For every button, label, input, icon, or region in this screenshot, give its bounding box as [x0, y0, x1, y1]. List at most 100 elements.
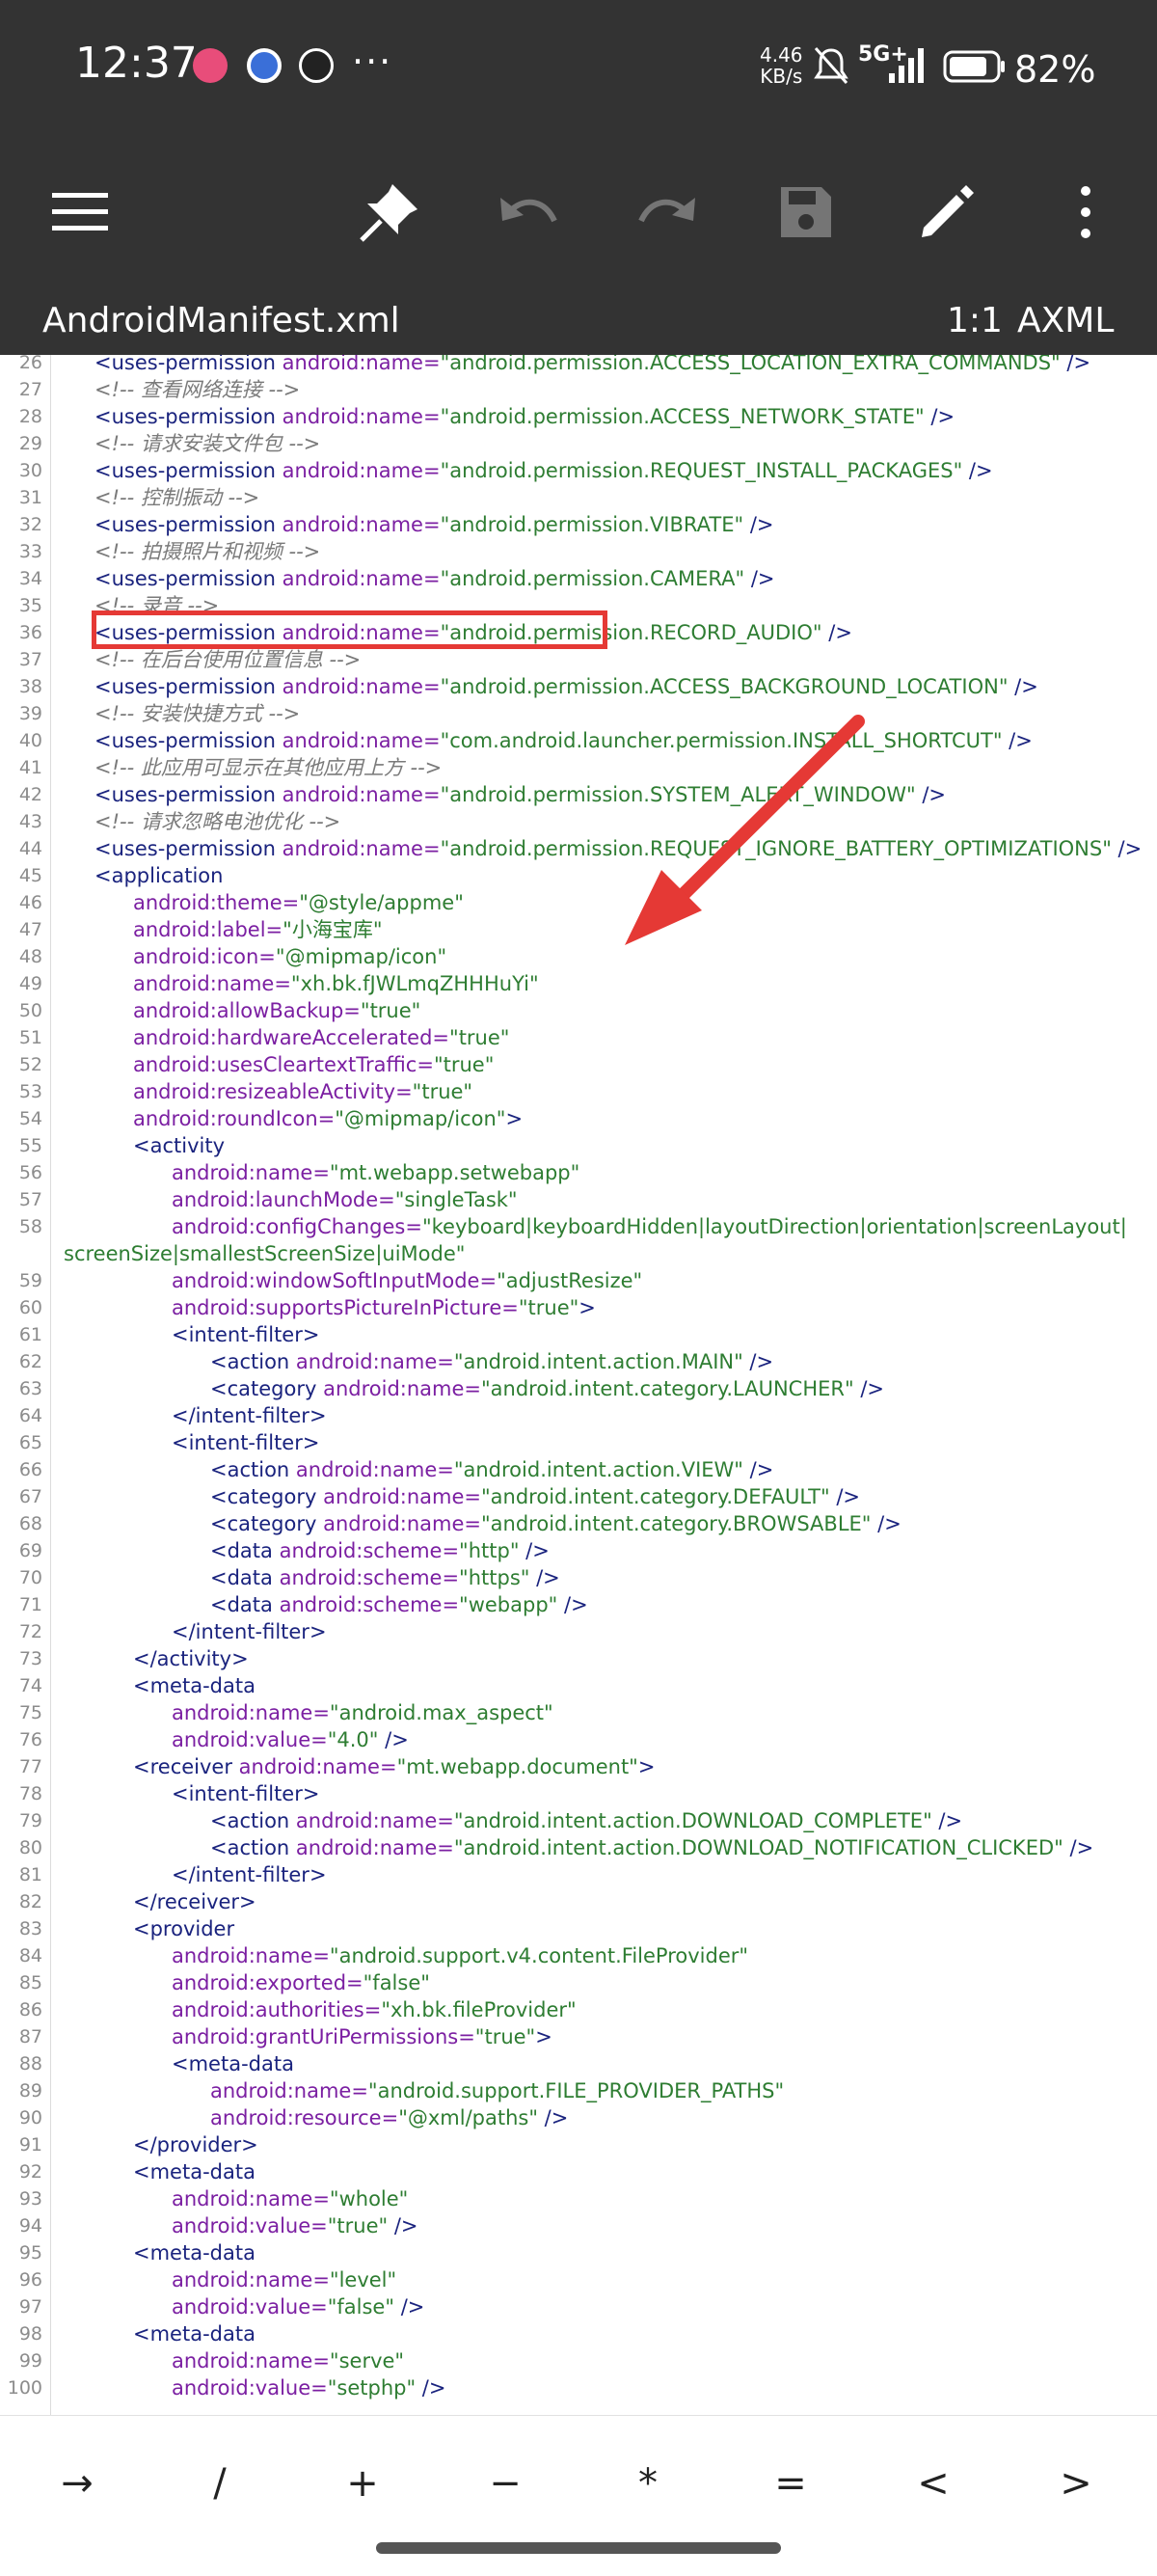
code-token: "https": [459, 1566, 530, 1589]
code-token: "android.intent.action.MAIN": [453, 1350, 743, 1373]
code-token: />: [871, 1512, 901, 1535]
code-line[interactable]: 58 android:configChanges="keyboard|keyboa…: [0, 1213, 1157, 1240]
symbol-key[interactable]: =: [742, 2445, 839, 2522]
code-line[interactable]: 81 </intent-filter>: [0, 1861, 1157, 1888]
code-token: "android.intent.category.DEFAULT": [481, 1485, 830, 1508]
code-text: android:value="false" />: [172, 2293, 424, 2320]
symbol-key[interactable]: /: [172, 2445, 268, 2522]
code-line[interactable]: 75 android:name="android.max_aspect": [0, 1699, 1157, 1726]
code-line[interactable]: 98 <meta-data: [0, 2320, 1157, 2347]
code-token: />: [931, 1809, 963, 1832]
code-token: <data: [210, 1593, 280, 1616]
code-line[interactable]: 90 android:resource="@xml/paths" />: [0, 2104, 1157, 2131]
code-line[interactable]: 79 <action android:name="android.intent.a…: [0, 1807, 1157, 1834]
code-line[interactable]: 93 android:name="whole": [0, 2185, 1157, 2212]
code-line[interactable]: 89 android:name="android.support.FILE_PRO…: [0, 2077, 1157, 2104]
line-number: 84: [18, 1945, 42, 1966]
line-number: 62: [18, 1351, 42, 1372]
code-token: android:name=: [295, 1836, 454, 1859]
code-token: "android.intent.action.DOWNLOAD_COMPLETE…: [453, 1809, 932, 1832]
code-token: "xh.bk.fileProvider": [381, 1998, 577, 2021]
line-number: 88: [18, 2053, 42, 2074]
code-line[interactable]: 64 </intent-filter>: [0, 1402, 1157, 1429]
code-line[interactable]: 53 android:resizeableActivity="true": [0, 1078, 1157, 1105]
code-line[interactable]: 68 <category android:name="android.intent…: [0, 1510, 1157, 1537]
code-token: "true": [327, 2214, 389, 2237]
code-text: <category android:name="android.intent.c…: [210, 1375, 884, 1402]
code-line[interactable]: 74 <meta-data: [0, 1672, 1157, 1699]
code-token: android:resizeableActivity=: [133, 1080, 413, 1103]
code-line[interactable]: 92 <meta-data: [0, 2158, 1157, 2185]
code-line[interactable]: 84 android:name="android.support.v4.conte…: [0, 1942, 1157, 1969]
code-token: android:name=: [172, 2349, 330, 2373]
symbol-key[interactable]: −: [457, 2445, 553, 2522]
code-line[interactable]: 83 <provider: [0, 1915, 1157, 1942]
symbol-key[interactable]: <: [885, 2445, 982, 2522]
code-line[interactable]: 60 android:supportsPictureInPicture="true…: [0, 1294, 1157, 1321]
code-token: "mt.webapp.setwebapp": [329, 1161, 580, 1184]
code-text: android:value="4.0" />: [172, 1726, 409, 1753]
code-line[interactable]: 87 android:grantUriPermissions="true">: [0, 2023, 1157, 2050]
code-line[interactable]: 70 <data android:scheme="https" />: [0, 1564, 1157, 1591]
code-line[interactable]: 62 <action android:name="android.intent.a…: [0, 1348, 1157, 1375]
code-line[interactable]: 91 </provider>: [0, 2131, 1157, 2158]
code-line[interactable]: 94 android:value="true" />: [0, 2212, 1157, 2239]
code-line[interactable]: 77 <receiver android:name="mt.webapp.docu…: [0, 1753, 1157, 1780]
code-token: <data: [210, 1566, 280, 1589]
code-line[interactable]: 73 </activity>: [0, 1645, 1157, 1672]
code-line[interactable]: 76 android:value="4.0" />: [0, 1726, 1157, 1753]
code-line[interactable]: 100 android:value="setphp" />: [0, 2374, 1157, 2401]
code-line[interactable]: 85 android:exported="false": [0, 1969, 1157, 1996]
code-line[interactable]: 72 </intent-filter>: [0, 1618, 1157, 1645]
code-line[interactable]: screenSize|smallestScreenSize|uiMode": [0, 1240, 1157, 1267]
symbol-key[interactable]: →: [29, 2445, 125, 2522]
code-line[interactable]: 61 <intent-filter>: [0, 1321, 1157, 1348]
code-token: />: [829, 1485, 861, 1508]
code-token: "@mipmap/icon": [335, 1107, 506, 1130]
code-line[interactable]: 55 <activity: [0, 1132, 1157, 1159]
code-token: "false": [363, 1971, 430, 1994]
line-number: 93: [18, 2188, 42, 2210]
code-line[interactable]: 56 android:name="mt.webapp.setwebapp": [0, 1159, 1157, 1186]
code-line[interactable]: 80 <action android:name="android.intent.a…: [0, 1834, 1157, 1861]
code-line[interactable]: 88 <meta-data: [0, 2050, 1157, 2077]
code-token: <action: [210, 1836, 296, 1859]
code-text: <receiver android:name="mt.webapp.docume…: [133, 1753, 655, 1780]
code-line[interactable]: 65 <intent-filter>: [0, 1429, 1157, 1456]
line-number: 72: [18, 1621, 42, 1642]
code-line[interactable]: 82 </receiver>: [0, 1888, 1157, 1915]
line-number: 55: [18, 1135, 42, 1156]
code-line[interactable]: 97 android:value="false" />: [0, 2293, 1157, 2320]
code-line[interactable]: 71 <data android:scheme="webapp" />: [0, 1591, 1157, 1618]
symbol-key[interactable]: *: [600, 2445, 696, 2522]
code-text: android:roundIcon="@mipmap/icon">: [133, 1105, 523, 1132]
code-token: "android.support.FILE_PROVIDER_PATHS": [367, 2079, 785, 2102]
code-line[interactable]: 99 android:name="serve": [0, 2347, 1157, 2374]
code-token: android:grantUriPermissions=: [172, 2025, 475, 2048]
gesture-handle[interactable]: [376, 2542, 781, 2554]
code-token: <meta-data: [133, 1674, 256, 1697]
symbol-key[interactable]: +: [314, 2445, 411, 2522]
code-line[interactable]: 96 android:name="level": [0, 2266, 1157, 2293]
code-line[interactable]: 86 android:authorities="xh.bk.fileProvide…: [0, 1996, 1157, 2023]
code-line[interactable]: 59 android:windowSoftInputMode="adjustRes…: [0, 1267, 1157, 1294]
symbol-key[interactable]: >: [1028, 2445, 1124, 2522]
code-token: android:name=: [210, 2079, 368, 2102]
code-token: android:resource=: [210, 2106, 399, 2129]
code-token: android:name=: [323, 1377, 482, 1400]
line-number: 82: [18, 1891, 42, 1912]
code-line[interactable]: 95 <meta-data: [0, 2239, 1157, 2266]
code-line[interactable]: 78 <intent-filter>: [0, 1780, 1157, 1807]
code-token: />: [557, 1593, 588, 1616]
code-text: <data android:scheme="http" />: [210, 1537, 550, 1564]
code-line[interactable]: 66 <action android:name="android.intent.a…: [0, 1456, 1157, 1483]
code-line[interactable]: 67 <category android:name="android.intent…: [0, 1483, 1157, 1510]
code-line[interactable]: 57 android:launchMode="singleTask": [0, 1186, 1157, 1213]
code-text: </intent-filter>: [172, 1618, 327, 1645]
code-text: <data android:scheme="https" />: [210, 1564, 560, 1591]
code-line[interactable]: 69 <data android:scheme="http" />: [0, 1537, 1157, 1564]
code-text: android:grantUriPermissions="true">: [172, 2023, 552, 2050]
code-line[interactable]: 63 <category android:name="android.intent…: [0, 1375, 1157, 1402]
code-line[interactable]: 54 android:roundIcon="@mipmap/icon">: [0, 1105, 1157, 1132]
code-token: "false": [327, 2295, 395, 2318]
